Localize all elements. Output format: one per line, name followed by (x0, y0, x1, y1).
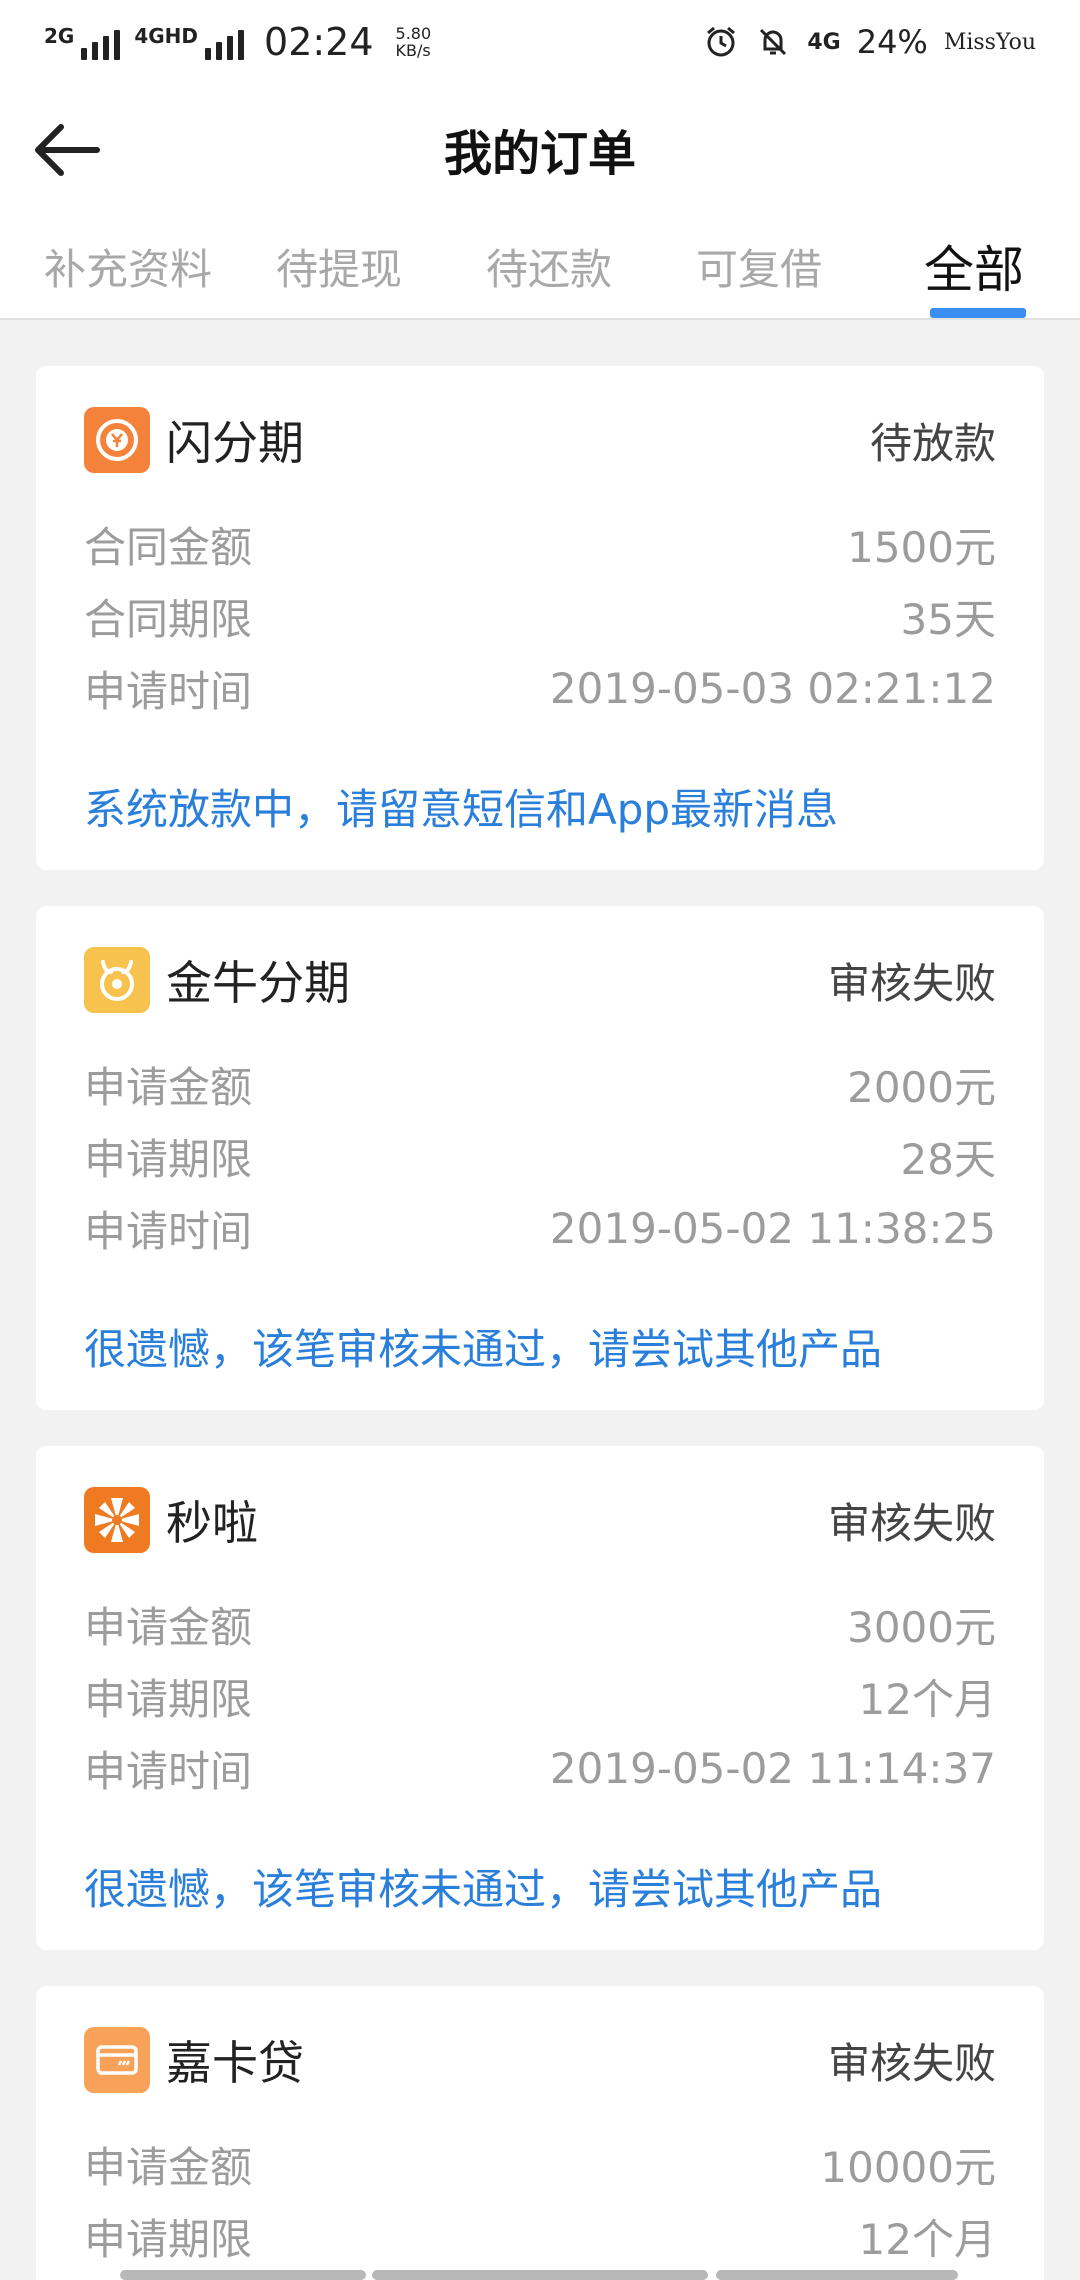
detail-row: 申请金额 2000元 (84, 1048, 996, 1120)
tab-all[interactable]: 全部 (924, 230, 1024, 302)
detail-label: 合同期限 (84, 594, 253, 644)
order-card[interactable]: 秒啦 审核失败 申请金额 3000元 申请期限 12个月 申请时间 2019-05-0… (36, 1446, 1044, 1950)
arrow-left-icon (35, 124, 100, 176)
product-name: 闪分期 (166, 416, 304, 470)
pinwheel-icon (84, 1487, 150, 1553)
detail-row: 合同金额 1500元 (84, 508, 996, 580)
detail-row: 申请时间 2019-05-02 11:14:37 (84, 1732, 996, 1804)
detail-row: 申请期限 28天 (84, 1120, 996, 1192)
order-message: 很遗憾，该笔审核未通过，请尝试其他产品 (84, 1865, 883, 1914)
status-right: 4G 24% MissYou (703, 23, 1036, 61)
detail-row: 申请期限 12个月 (84, 2200, 996, 2272)
order-status: 审核失败 (827, 2038, 996, 2088)
order-details: 申请金额 3000元 申请期限 12个月 申请时间 2019-05-02 11:14:… (84, 1588, 996, 1804)
order-card[interactable]: 闪分期 待放款 合同金额 1500元 合同期限 35天 申请时间 2019-05-03… (36, 366, 1044, 870)
tab-reborrow[interactable]: 可复借 (696, 236, 822, 297)
order-message: 系统放款中，请留意短信和App最新消息 (84, 785, 839, 834)
detail-label: 申请期限 (84, 1134, 253, 1184)
detail-value: 2019-05-03 02:21:12 (549, 663, 996, 713)
nav-hint-bar (716, 2270, 958, 2280)
detail-value: 35天 (900, 594, 996, 644)
battery-level: 24% (856, 23, 928, 61)
order-tabs: 补充资料 待提现 待还款 可复借 全部 (0, 214, 1080, 320)
detail-label: 合同金额 (84, 522, 253, 572)
back-button[interactable] (28, 118, 104, 182)
detail-value: 2019-05-02 11:38:25 (549, 1203, 996, 1253)
detail-label: 申请时间 (84, 1206, 253, 1256)
detail-value: 12个月 (858, 1674, 996, 1724)
network-speed: 5.80 KB/s (396, 25, 432, 59)
detail-label: 申请金额 (84, 1602, 253, 1652)
bull-icon (84, 947, 150, 1013)
detail-label: 申请期限 (84, 2214, 253, 2264)
signal-4g-icon: 4GHD (134, 24, 245, 60)
clock: 02:24 (264, 20, 374, 64)
detail-value: 12个月 (858, 2214, 996, 2264)
page-title: 我的订单 (443, 126, 636, 182)
brand-watermark: MissYou (943, 29, 1036, 55)
order-card[interactable]: 嘉卡贷 审核失败 申请金额 10000元 申请期限 12个月 (36, 1986, 1044, 2280)
order-card-header: 秒啦 审核失败 (84, 1486, 996, 1554)
nav-hint-bar (120, 2270, 366, 2280)
card-icon (84, 2027, 150, 2093)
detail-value: 1500元 (847, 522, 996, 572)
status-bar: 2G 4GHD 02:24 5.80 KB/s 4G 24% MissYou (0, 0, 1080, 84)
detail-label: 申请金额 (84, 1062, 253, 1112)
mute-bell-icon (755, 24, 791, 60)
speed-unit: KB/s (395, 41, 431, 60)
order-status: 审核失败 (827, 1498, 996, 1548)
product-name: 金牛分期 (166, 956, 350, 1010)
network-type-label: 2G (44, 24, 75, 48)
yuan-coin-icon (84, 407, 150, 473)
detail-value: 2019-05-02 11:14:37 (549, 1743, 996, 1793)
order-status: 待放款 (869, 418, 996, 468)
status-left: 2G 4GHD 02:24 5.80 KB/s (44, 20, 431, 64)
signal-2g-icon: 2G (44, 24, 121, 60)
network-type-label: 4GHD (134, 24, 199, 48)
order-details: 合同金额 1500元 合同期限 35天 申请时间 2019-05-03 02:21:1… (84, 508, 996, 724)
detail-row: 申请金额 10000元 (84, 2128, 996, 2200)
detail-label: 申请时间 (84, 1746, 253, 1796)
detail-value: 3000元 (847, 1602, 996, 1652)
product-name: 秒啦 (166, 1496, 258, 1550)
network-4g-label: 4G (807, 29, 841, 55)
order-message: 很遗憾，该笔审核未通过，请尝试其他产品 (84, 1325, 883, 1374)
detail-row: 申请时间 2019-05-02 11:38:25 (84, 1192, 996, 1264)
order-details: 申请金额 2000元 申请期限 28天 申请时间 2019-05-02 11:38:2… (84, 1048, 996, 1264)
nav-hint-bar (372, 2270, 708, 2280)
detail-row: 申请金额 3000元 (84, 1588, 996, 1660)
order-card-header: 嘉卡贷 审核失败 (84, 2026, 996, 2094)
detail-row: 申请期限 12个月 (84, 1660, 996, 1732)
detail-label: 申请时间 (84, 666, 253, 716)
detail-label: 申请期限 (84, 1674, 253, 1724)
order-status: 审核失败 (827, 958, 996, 1008)
tab-pending-withdraw[interactable]: 待提现 (276, 236, 402, 297)
active-tab-indicator (930, 308, 1026, 318)
tab-pending-repay[interactable]: 待还款 (486, 236, 612, 297)
order-card[interactable]: 金牛分期 审核失败 申请金额 2000元 申请期限 28天 申请时间 2019-05-… (36, 906, 1044, 1410)
detail-row: 申请时间 2019-05-03 02:21:12 (84, 652, 996, 724)
product-name: 嘉卡贷 (166, 2036, 304, 2090)
detail-label: 申请金额 (84, 2142, 253, 2192)
speed-value: 5.80 (395, 24, 432, 43)
detail-value: 2000元 (847, 1062, 996, 1112)
detail-value: 28天 (900, 1134, 996, 1184)
order-card-header: 闪分期 待放款 (84, 406, 996, 474)
order-page: 2G 4GHD 02:24 5.80 KB/s 4G 24% MissYou 我… (0, 0, 1080, 2280)
detail-row: 合同期限 35天 (84, 580, 996, 652)
alarm-icon (703, 24, 739, 60)
tab-supplement-info[interactable]: 补充资料 (44, 236, 212, 297)
page-header: 我的订单 (0, 84, 1080, 214)
order-details: 申请金额 10000元 申请期限 12个月 (84, 2128, 996, 2272)
detail-value: 10000元 (820, 2142, 996, 2192)
order-card-header: 金牛分期 审核失败 (84, 946, 996, 1014)
